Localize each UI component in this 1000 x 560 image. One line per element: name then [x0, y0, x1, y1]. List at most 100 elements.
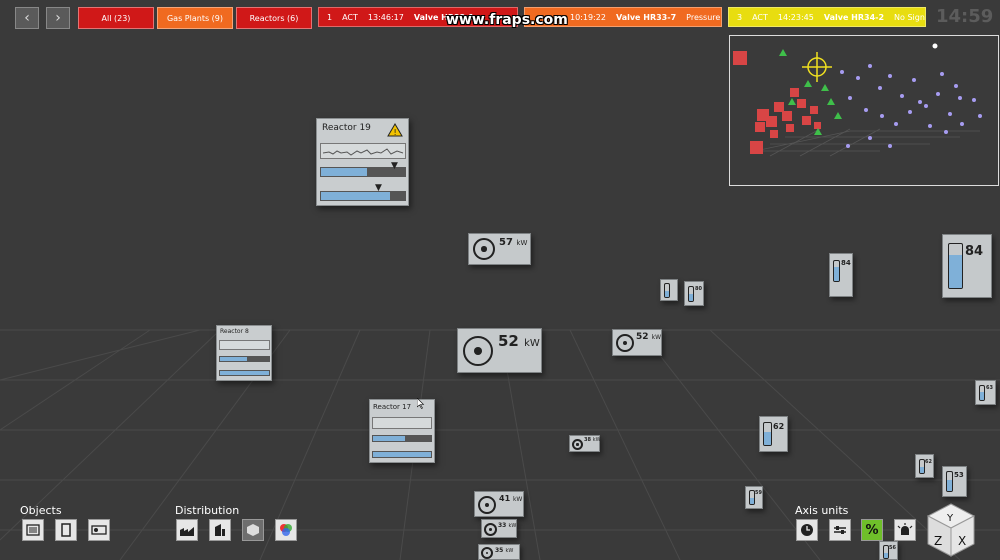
building-icon [215, 524, 225, 536]
single-panel-icon [61, 523, 71, 537]
hexagon-icon [247, 524, 259, 536]
alert-item-3[interactable]: 3 ACT 14:23:45 Valve HR34-2 No Signal [728, 7, 926, 27]
tank-value: 63 [986, 385, 993, 391]
axis-percent-button[interactable]: % [861, 519, 883, 541]
power-widget[interactable]: 57 kW [468, 233, 531, 265]
distribution-color-button[interactable] [275, 519, 297, 541]
output-slider[interactable] [372, 451, 432, 458]
factory-icon [180, 527, 194, 536]
reactor-title: Reactor 17 [373, 403, 412, 411]
tank-widget[interactable]: 62 [915, 454, 934, 478]
svg-text:!: ! [394, 128, 397, 137]
alert-valve: Valve HR33-7 [615, 12, 677, 22]
minimap-scatter-view [733, 43, 982, 157]
axis-units-label: Axis units [795, 504, 849, 517]
sparkline [219, 340, 270, 350]
tank-level-bar [948, 243, 963, 289]
back-button[interactable]: ‹ [15, 7, 39, 29]
forward-button[interactable]: › [46, 7, 70, 29]
sliders-icon [834, 526, 846, 534]
axis-alarm-button[interactable] [894, 519, 916, 541]
tank-value: 62 [773, 422, 785, 431]
compact-view-button[interactable] [88, 519, 110, 541]
compact-icon [91, 525, 107, 535]
axis-sliders-button[interactable] [829, 519, 851, 541]
power-value: 41 kW [499, 494, 523, 503]
gauge-icon [481, 547, 493, 559]
tank-widget[interactable]: 59 [745, 486, 763, 509]
filter-gas-plants[interactable]: Gas Plants (9) [157, 7, 233, 29]
reactor-panel-19[interactable]: Reactor 19 ! ▼ ▼ [316, 118, 409, 206]
tank-widget[interactable]: 84 [942, 234, 992, 298]
minimap[interactable] [729, 35, 999, 186]
alert-time: 13:46:17 [367, 12, 404, 22]
gauge-icon [473, 238, 495, 260]
setting-slider[interactable] [219, 356, 270, 362]
setting-slider[interactable] [372, 435, 432, 442]
power-widget[interactable]: 41 kW [474, 491, 524, 517]
tank-value: 56 [889, 545, 896, 551]
panel-view-button[interactable] [55, 519, 77, 541]
tank-value: 80 [695, 286, 702, 292]
axis-cube-icon[interactable]: Y Z X [926, 502, 976, 558]
axis-cube-z: Z [934, 534, 942, 548]
objects-label: Objects [20, 504, 62, 517]
power-widget[interactable]: 33 kW [481, 519, 517, 538]
tank-value: 59 [755, 490, 762, 496]
gauge-icon [463, 336, 493, 366]
alert-time: 10:19:22 [570, 12, 606, 22]
tank-widget[interactable]: 80 [684, 281, 704, 306]
filter-all[interactable]: All (23) [78, 7, 154, 29]
axis-cube-x: X [958, 534, 966, 548]
power-value: 35 kW [495, 547, 514, 554]
alert-kind: Pressure [686, 12, 721, 22]
reactor-title: Reactor 8 [220, 328, 249, 335]
tank-level-bar [946, 471, 953, 492]
tank-widget[interactable]: 53 [942, 466, 967, 497]
tank-widget[interactable]: 63 [975, 380, 996, 405]
power-widget[interactable]: 38 kW [569, 435, 601, 452]
power-value: 57 kW [499, 237, 528, 248]
sparkline [372, 417, 432, 429]
distribution-hexagon-button[interactable] [242, 519, 264, 541]
gauge-icon [616, 334, 634, 352]
distribution-building-button[interactable] [209, 519, 231, 541]
alert-valve: Valve HR34-2 [823, 12, 885, 22]
mouse-cursor-icon [417, 398, 425, 409]
alarm-icon [897, 523, 913, 535]
power-widget[interactable]: 52 kW [457, 328, 542, 373]
clock-icon [801, 524, 813, 536]
color-circles-icon [280, 524, 292, 536]
chevron-down-icon[interactable]: ▼ [375, 183, 382, 193]
gauge-icon [484, 523, 497, 536]
tank-widget[interactable]: 84 [829, 253, 853, 297]
watermark: www.fraps.com [446, 12, 568, 28]
distribution-label: Distribution [175, 504, 240, 517]
output-slider[interactable] [219, 370, 270, 376]
tank-value: 53 [954, 471, 964, 479]
alert-state: ACT [342, 12, 358, 22]
tank-value: 84 [841, 259, 851, 267]
gauge-icon [572, 439, 583, 450]
tank-widget[interactable] [660, 279, 678, 301]
power-value: 33 kW [498, 522, 517, 529]
gauge-icon [478, 496, 496, 514]
tank-widget[interactable]: 62 [759, 416, 788, 452]
power-widget[interactable]: 35 kW [478, 544, 520, 560]
power-widget[interactable]: 52 kW [612, 329, 662, 356]
list-view-button[interactable] [22, 519, 44, 541]
alert-state: ACT [752, 12, 768, 22]
distribution-factory-button[interactable] [176, 519, 198, 541]
crosshair-icon [802, 52, 832, 82]
reactor-panel-17[interactable]: Reactor 17 [369, 399, 435, 463]
tank-value: 62 [925, 459, 932, 465]
axis-time-button[interactable] [796, 519, 818, 541]
list-icon [26, 524, 40, 536]
filter-gas-plants-label: Gas Plants (9) [166, 13, 223, 23]
reactor-panel-8[interactable]: Reactor 8 [216, 325, 272, 381]
tank-widget[interactable]: 56 [879, 541, 898, 560]
filter-reactors[interactable]: Reactors (6) [236, 7, 312, 29]
chevron-down-icon[interactable]: ▼ [391, 161, 398, 171]
output-slider[interactable] [320, 191, 406, 201]
tank-level-bar [979, 385, 985, 401]
